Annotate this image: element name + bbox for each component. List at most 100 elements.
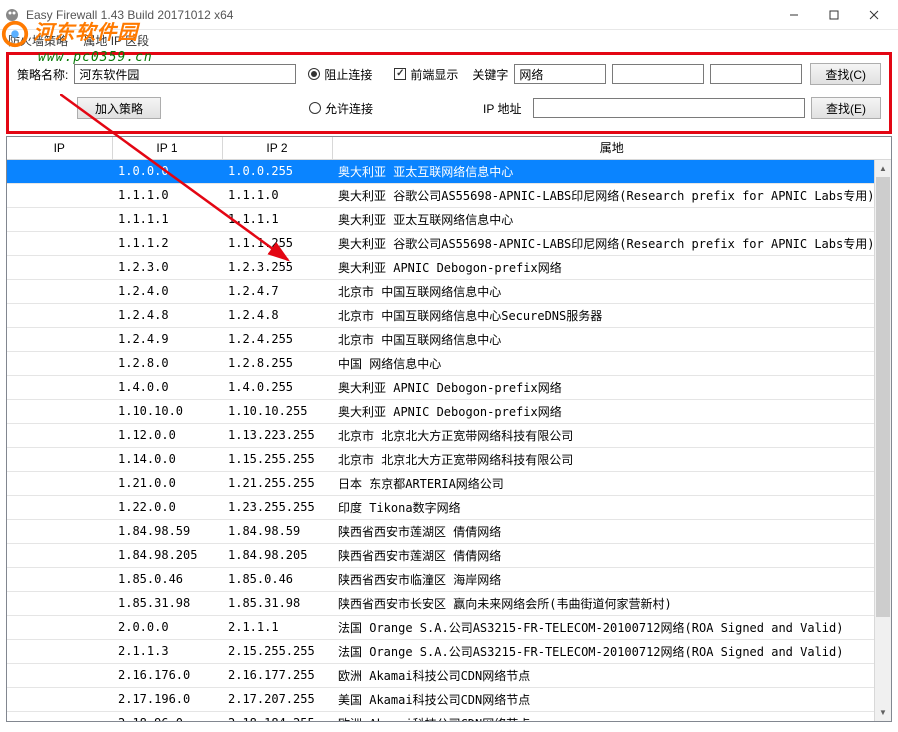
close-button[interactable]	[854, 3, 894, 27]
cell-ip1: 2.18.96.0	[112, 711, 222, 722]
cell-ip2: 2.17.207.255	[222, 687, 332, 711]
table-row[interactable]: 1.14.0.01.15.255.255北京市 北京北大方正宽带网络科技有限公司	[7, 447, 891, 471]
table-row[interactable]: 1.21.0.01.21.255.255日本 东京都ARTERIA网络公司	[7, 471, 891, 495]
cell-location: 欧洲 Akamai科技公司CDN网络节点	[332, 711, 891, 722]
table-row[interactable]: 1.85.31.981.85.31.98陕西省西安市长安区 赢向未来网络会所(韦…	[7, 591, 891, 615]
cell-location: 奥大利亚 亚太互联网络信息中心	[332, 207, 891, 231]
cell-location: 北京市 中国互联网络信息中心	[332, 327, 891, 351]
cell-location: 陕西省西安市长安区 赢向未来网络会所(韦曲街道何家营新村)	[332, 591, 891, 615]
cell-location: 奥大利亚 APNIC Debogon-prefix网络	[332, 399, 891, 423]
cell-ip1: 1.21.0.0	[112, 471, 222, 495]
cell-ip	[7, 687, 112, 711]
col-header-ip1[interactable]: IP 1	[112, 137, 222, 159]
policy-name-label: 策略名称:	[17, 66, 68, 83]
cell-ip	[7, 207, 112, 231]
table-header-row: IP IP 1 IP 2 属地	[7, 137, 891, 159]
cell-ip1: 1.2.3.0	[112, 255, 222, 279]
find-e-button[interactable]: 查找(E)	[811, 97, 881, 119]
col-header-ip[interactable]: IP	[7, 137, 112, 159]
search-panel: 策略名称: 阻止连接 前端显示 关键字 查找(C) 加入策略 允许连接 IP 地…	[6, 52, 892, 134]
cell-location: 美国 Akamai科技公司CDN网络节点	[332, 687, 891, 711]
table-row[interactable]: 1.2.3.01.2.3.255奥大利亚 APNIC Debogon-prefi…	[7, 255, 891, 279]
maximize-button[interactable]	[814, 3, 854, 27]
table-row[interactable]: 1.2.4.01.2.4.7北京市 中国互联网络信息中心	[7, 279, 891, 303]
cell-location: 北京市 北京北大方正宽带网络科技有限公司	[332, 447, 891, 471]
minimize-button[interactable]	[774, 3, 814, 27]
cell-location: 陕西省西安市莲湖区 倩倩网络	[332, 519, 891, 543]
cell-ip1: 1.10.10.0	[112, 399, 222, 423]
checkbox-front-label: 前端显示	[410, 66, 458, 83]
col-header-ip2[interactable]: IP 2	[222, 137, 332, 159]
cell-location: 奥大利亚 谷歌公司AS55698-APNIC-LABS印尼网络(Research…	[332, 231, 891, 255]
col-header-location[interactable]: 属地	[332, 137, 891, 159]
ip-address-input[interactable]	[533, 98, 805, 118]
cell-ip2: 1.23.255.255	[222, 495, 332, 519]
cell-ip2: 2.1.1.1	[222, 615, 332, 639]
cell-ip	[7, 231, 112, 255]
cell-ip2: 1.1.1.1	[222, 207, 332, 231]
cell-ip2: 1.85.31.98	[222, 591, 332, 615]
cell-ip	[7, 495, 112, 519]
table-row[interactable]: 1.1.1.01.1.1.0奥大利亚 谷歌公司AS55698-APNIC-LAB…	[7, 183, 891, 207]
checkbox-front-display[interactable]	[394, 68, 406, 80]
cell-ip	[7, 471, 112, 495]
menu-ip-region[interactable]: 属地 IP 区段	[83, 34, 149, 48]
table-row[interactable]: 1.1.1.11.1.1.1奥大利亚 亚太互联网络信息中心	[7, 207, 891, 231]
cell-location: 陕西省西安市临潼区 海岸网络	[332, 567, 891, 591]
cell-location: 法国 Orange S.A.公司AS3215-FR-TELECOM-201007…	[332, 615, 891, 639]
cell-ip	[7, 159, 112, 183]
radio-block-connection[interactable]	[308, 68, 320, 80]
cell-ip2: 1.2.4.7	[222, 279, 332, 303]
extra-input-1[interactable]	[612, 64, 704, 84]
app-icon	[4, 7, 20, 23]
cell-ip1: 1.2.4.9	[112, 327, 222, 351]
add-policy-button[interactable]: 加入策略	[77, 97, 161, 119]
table-row[interactable]: 1.0.0.01.0.0.255奥大利亚 亚太互联网络信息中心	[7, 159, 891, 183]
table-row[interactable]: 1.1.1.21.1.1.255奥大利亚 谷歌公司AS55698-APNIC-L…	[7, 231, 891, 255]
table-row[interactable]: 1.22.0.01.23.255.255印度 Tikona数字网络	[7, 495, 891, 519]
cell-location: 欧洲 Akamai科技公司CDN网络节点	[332, 663, 891, 687]
scroll-down-arrow[interactable]: ▼	[875, 704, 891, 721]
cell-ip	[7, 423, 112, 447]
vertical-scrollbar[interactable]: ▲ ▼	[874, 160, 891, 721]
cell-location: 奥大利亚 亚太互联网络信息中心	[332, 159, 891, 183]
cell-ip	[7, 591, 112, 615]
find-c-button[interactable]: 查找(C)	[810, 63, 881, 85]
cell-location: 法国 Orange S.A.公司AS3215-FR-TELECOM-201007…	[332, 639, 891, 663]
cell-ip	[7, 279, 112, 303]
table-row[interactable]: 1.84.98.591.84.98.59陕西省西安市莲湖区 倩倩网络	[7, 519, 891, 543]
cell-ip	[7, 255, 112, 279]
table-row[interactable]: 2.0.0.02.1.1.1法国 Orange S.A.公司AS3215-FR-…	[7, 615, 891, 639]
scroll-thumb[interactable]	[876, 177, 890, 617]
table-row[interactable]: 1.10.10.01.10.10.255奥大利亚 APNIC Debogon-p…	[7, 399, 891, 423]
scroll-up-arrow[interactable]: ▲	[875, 160, 891, 177]
policy-name-input[interactable]	[74, 64, 296, 84]
table-row[interactable]: 2.1.1.32.15.255.255法国 Orange S.A.公司AS321…	[7, 639, 891, 663]
cell-ip	[7, 375, 112, 399]
cell-ip2: 1.21.255.255	[222, 471, 332, 495]
cell-ip	[7, 351, 112, 375]
table-row[interactable]: 1.2.4.91.2.4.255北京市 中国互联网络信息中心	[7, 327, 891, 351]
table-row[interactable]: 1.84.98.2051.84.98.205陕西省西安市莲湖区 倩倩网络	[7, 543, 891, 567]
cell-ip1: 2.1.1.3	[112, 639, 222, 663]
extra-input-2[interactable]	[710, 64, 802, 84]
menu-firewall-policy[interactable]: 防火墙策略	[8, 34, 68, 48]
cell-ip	[7, 327, 112, 351]
cell-ip2: 2.16.177.255	[222, 663, 332, 687]
cell-ip1: 1.22.0.0	[112, 495, 222, 519]
cell-ip2: 1.13.223.255	[222, 423, 332, 447]
table-row[interactable]: 2.17.196.02.17.207.255美国 Akamai科技公司CDN网络…	[7, 687, 891, 711]
cell-location: 印度 Tikona数字网络	[332, 495, 891, 519]
cell-location: 北京市 中国互联网络信息中心	[332, 279, 891, 303]
cell-ip1: 1.85.31.98	[112, 591, 222, 615]
keyword-input[interactable]	[514, 64, 606, 84]
table-row[interactable]: 1.12.0.01.13.223.255北京市 北京北大方正宽带网络科技有限公司	[7, 423, 891, 447]
table-row[interactable]: 1.2.4.81.2.4.8北京市 中国互联网络信息中心SecureDNS服务器	[7, 303, 891, 327]
table-row[interactable]: 2.16.176.02.16.177.255欧洲 Akamai科技公司CDN网络…	[7, 663, 891, 687]
radio-block-label: 阻止连接	[324, 66, 372, 83]
table-row[interactable]: 1.4.0.01.4.0.255奥大利亚 APNIC Debogon-prefi…	[7, 375, 891, 399]
table-row[interactable]: 1.2.8.01.2.8.255中国 网络信息中心	[7, 351, 891, 375]
table-row[interactable]: 2.18.96.02.18.184.255欧洲 Akamai科技公司CDN网络节…	[7, 711, 891, 722]
radio-allow-connection[interactable]	[309, 102, 321, 114]
table-row[interactable]: 1.85.0.461.85.0.46陕西省西安市临潼区 海岸网络	[7, 567, 891, 591]
